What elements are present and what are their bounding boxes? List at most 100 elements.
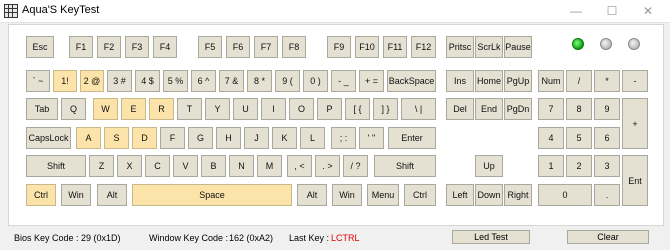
key-menu[interactable]: Menu [367,184,399,206]
key-numpad-6[interactable]: 6 [594,127,620,149]
key-6[interactable]: 6 ^ [191,70,216,92]
key-backspace[interactable]: BackSpace [387,70,436,92]
key-t[interactable]: T [177,98,202,120]
key-7[interactable]: 7 & [219,70,244,92]
key-f10[interactable]: F10 [355,36,379,58]
key-5[interactable]: 5 % [163,70,188,92]
key-numpad-1[interactable]: 1 [538,155,564,177]
key-numpad-plus[interactable]: + [622,98,648,149]
key-numpad-dot[interactable]: . [594,184,620,206]
key-d[interactable]: D [132,127,157,149]
key-right-ctrl[interactable]: Ctrl [404,184,436,206]
key-tab[interactable]: Tab [26,98,58,120]
key-f7[interactable]: F7 [254,36,278,58]
key-enter[interactable]: Enter [388,127,436,149]
key-arrow-left[interactable]: Left [446,184,474,206]
key-f[interactable]: F [160,127,185,149]
key-right-bracket[interactable]: ] } [373,98,398,120]
key-2[interactable]: 2 @ [80,70,104,92]
key-left-ctrl[interactable]: Ctrl [26,184,56,206]
key-equals[interactable]: + = [359,70,384,92]
key-pagedown[interactable]: PgDn [504,98,532,120]
key-numlock[interactable]: Num [538,70,564,92]
key-b[interactable]: B [201,155,226,177]
key-a[interactable]: A [76,127,101,149]
key-9[interactable]: 9 ( [275,70,300,92]
key-i[interactable]: I [261,98,286,120]
key-end[interactable]: End [475,98,503,120]
key-r[interactable]: R [149,98,174,120]
key-8[interactable]: 8 * [247,70,272,92]
key-u[interactable]: U [233,98,258,120]
key-left-bracket[interactable]: [ { [345,98,370,120]
key-right-shift[interactable]: Shift [374,155,436,177]
key-o[interactable]: O [289,98,314,120]
key-numpad-8[interactable]: 8 [566,98,592,120]
key-c[interactable]: C [145,155,170,177]
key-quote[interactable]: ' " [359,127,384,149]
key-numpad-enter[interactable]: Ent [622,155,648,206]
key-esc[interactable]: Esc [26,36,54,58]
key-g[interactable]: G [188,127,213,149]
key-e[interactable]: E [121,98,146,120]
key-z[interactable]: Z [89,155,114,177]
key-3[interactable]: 3 # [107,70,132,92]
key-right-alt[interactable]: Alt [297,184,327,206]
key-numpad-3[interactable]: 3 [594,155,620,177]
minimize-button[interactable]: — [560,0,592,22]
key-arrow-right[interactable]: Right [504,184,532,206]
close-button[interactable]: ✕ [632,0,664,22]
key-q[interactable]: Q [61,98,86,120]
key-numpad-0[interactable]: 0 [538,184,592,206]
key-insert[interactable]: Ins [446,70,474,92]
key-f6[interactable]: F6 [226,36,250,58]
key-pause[interactable]: Pause [504,36,532,58]
key-0[interactable]: 0 ) [303,70,328,92]
key-y[interactable]: Y [205,98,230,120]
key-s[interactable]: S [104,127,129,149]
key-left-shift[interactable]: Shift [26,155,86,177]
key-4[interactable]: 4 $ [135,70,160,92]
key-f12[interactable]: F12 [411,36,436,58]
key-scrolllock[interactable]: ScrLk [475,36,503,58]
led-test-button[interactable]: Led Test [452,230,530,244]
key-l[interactable]: L [300,127,325,149]
key-numpad-minus[interactable]: - [622,70,648,92]
key-delete[interactable]: Del [446,98,474,120]
key-slash[interactable]: / ? [343,155,368,177]
key-j[interactable]: J [244,127,269,149]
key-f11[interactable]: F11 [383,36,407,58]
maximize-button[interactable]: ☐ [596,0,628,22]
key-space[interactable]: Space [132,184,292,206]
key-minus[interactable]: - _ [331,70,356,92]
key-pageup[interactable]: PgUp [504,70,532,92]
key-v[interactable]: V [173,155,198,177]
key-numpad-divide[interactable]: / [566,70,592,92]
key-m[interactable]: M [257,155,282,177]
key-semicolon[interactable]: ; : [331,127,356,149]
key-f1[interactable]: F1 [69,36,93,58]
key-f9[interactable]: F9 [327,36,351,58]
key-arrow-up[interactable]: Up [475,155,503,177]
key-w[interactable]: W [93,98,118,120]
key-numpad-multiply[interactable]: * [594,70,620,92]
key-comma[interactable]: , < [287,155,312,177]
key-left-win[interactable]: Win [61,184,91,206]
key-f3[interactable]: F3 [125,36,149,58]
key-backslash[interactable]: \ | [401,98,436,120]
key-h[interactable]: H [216,127,241,149]
key-arrow-down[interactable]: Down [475,184,503,206]
clear-button[interactable]: Clear [567,230,649,244]
key-period[interactable]: . > [315,155,340,177]
key-home[interactable]: Home [475,70,503,92]
key-printscreen[interactable]: Pritsc [446,36,474,58]
key-left-alt[interactable]: Alt [97,184,127,206]
key-numpad-7[interactable]: 7 [538,98,564,120]
key-x[interactable]: X [117,155,142,177]
key-f4[interactable]: F4 [153,36,177,58]
key-backtick[interactable]: ` ~ [26,70,50,92]
key-right-win[interactable]: Win [332,184,362,206]
key-p[interactable]: P [317,98,342,120]
key-k[interactable]: K [272,127,297,149]
key-f5[interactable]: F5 [198,36,222,58]
